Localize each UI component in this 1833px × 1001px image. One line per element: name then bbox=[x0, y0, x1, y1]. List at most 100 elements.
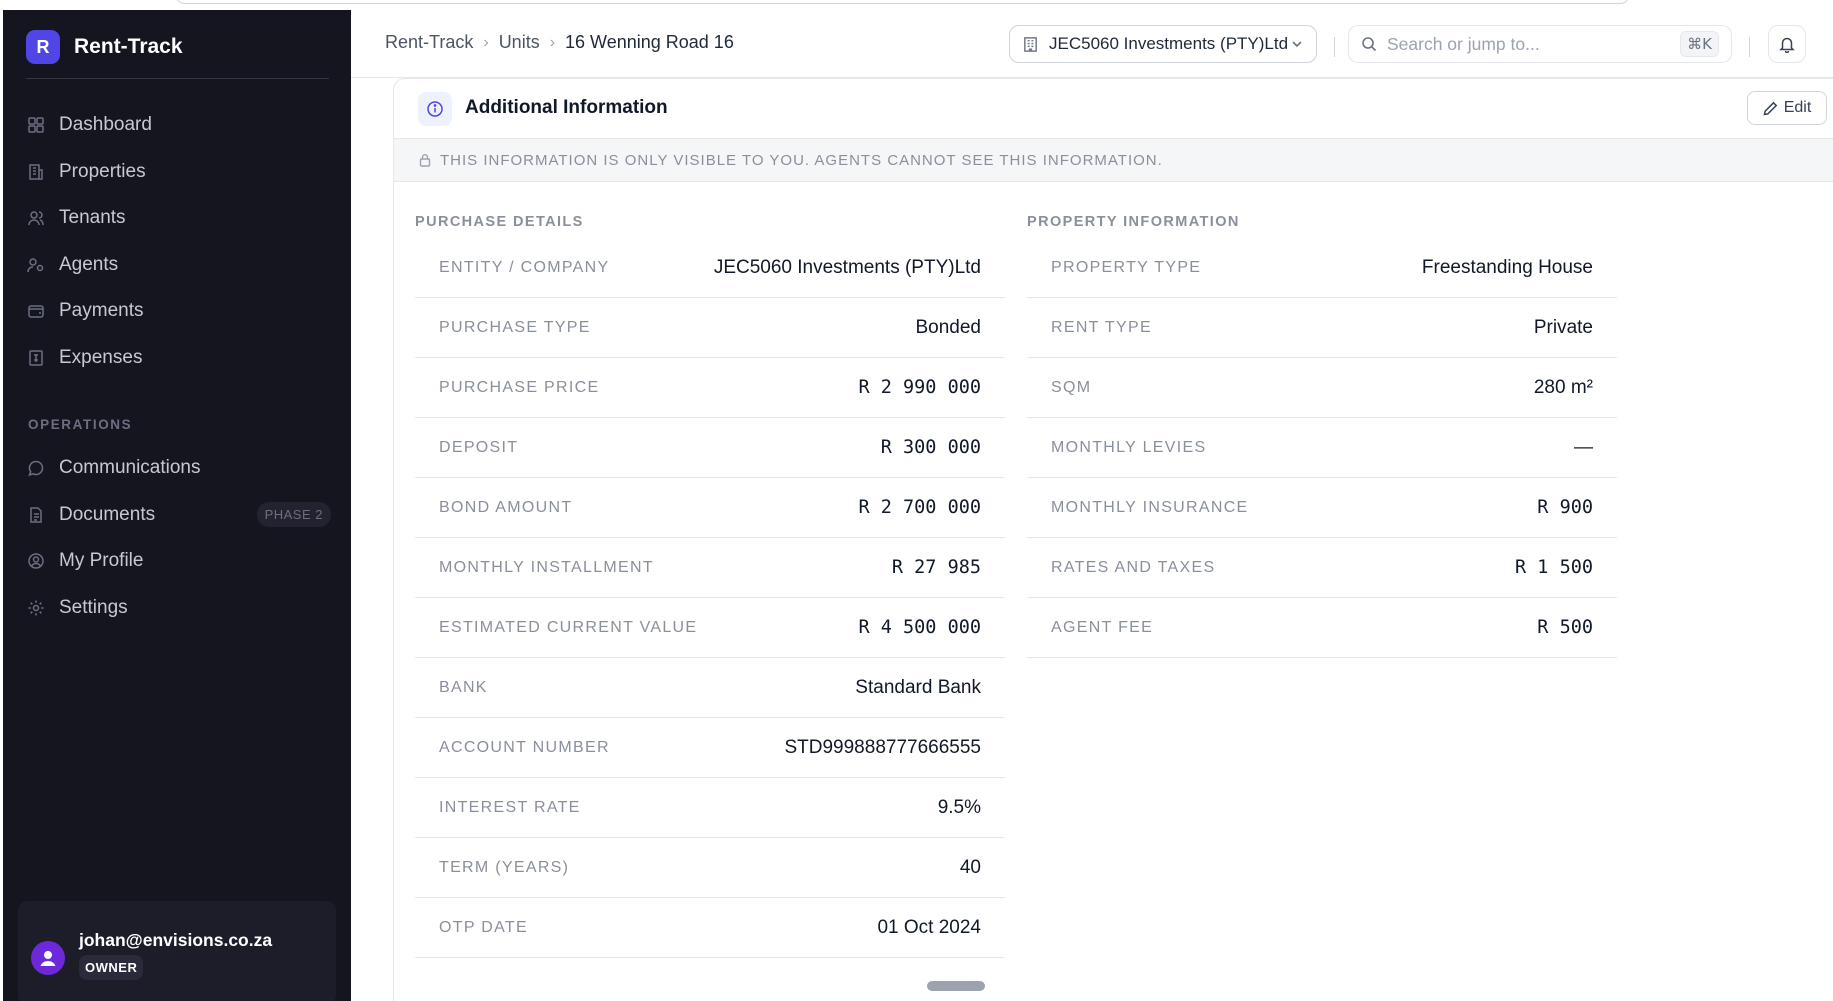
detail-value: R 4 500 000 bbox=[858, 617, 981, 638]
lock-icon bbox=[419, 154, 431, 167]
detail-label: ACCOUNT NUMBER bbox=[439, 738, 610, 756]
avatar bbox=[31, 941, 65, 975]
users-icon bbox=[27, 209, 45, 227]
detail-label: DEPOSIT bbox=[439, 438, 519, 456]
edit-button[interactable]: Edit bbox=[1747, 91, 1827, 125]
notifications-button[interactable] bbox=[1768, 25, 1806, 63]
entity-selector-value: JEC5060 Investments (PTY)Ltd bbox=[1049, 34, 1289, 53]
detail-label: ENTITY / COMPANY bbox=[439, 258, 610, 276]
info-icon bbox=[418, 92, 452, 126]
sidebar-item-documents[interactable]: Documents PHASE 2 bbox=[23, 492, 331, 539]
detail-row: TERM (YEARS) 40 bbox=[415, 838, 1005, 898]
detail-value: R 2 700 000 bbox=[858, 497, 981, 518]
sidebar-item-label: Settings bbox=[59, 596, 128, 618]
detail-label: MONTHLY LEVIES bbox=[1051, 438, 1207, 456]
sidebar-item-label: Agents bbox=[59, 253, 119, 275]
divider bbox=[26, 78, 329, 79]
building-icon bbox=[27, 163, 45, 181]
breadcrumb-item-current: 16 Wenning Road 16 bbox=[565, 32, 734, 52]
detail-label: AGENT FEE bbox=[1051, 618, 1154, 636]
brand-name: Rent-Track bbox=[74, 35, 183, 58]
property-information-list: PROPERTY TYPE Freestanding House RENT TYPE… bbox=[1027, 238, 1617, 658]
privacy-notice: THIS INFORMATION IS ONLY VISIBLE TO YOU.… bbox=[394, 138, 1833, 182]
divider bbox=[1749, 37, 1750, 57]
detail-value: JEC5060 Investments (PTY)Ltd bbox=[713, 256, 981, 278]
sidebar-item-label: Expenses bbox=[59, 346, 143, 368]
sidebar-item-label: Dashboard bbox=[59, 114, 152, 136]
detail-value: R 1 500 bbox=[1515, 557, 1593, 578]
detail-row: PURCHASE TYPE Bonded bbox=[415, 298, 1005, 358]
sidebar-item-label: Payments bbox=[59, 300, 144, 322]
detail-label: PURCHASE PRICE bbox=[439, 378, 600, 396]
sidebar-item-dashboard[interactable]: Dashboard bbox=[23, 102, 331, 149]
chevron-right-icon: › bbox=[483, 33, 489, 51]
detail-value: 01 Oct 2024 bbox=[877, 916, 981, 938]
detail-row: MONTHLY LEVIES — bbox=[1027, 418, 1617, 478]
detail-row: SQM 280 m² bbox=[1027, 358, 1617, 418]
detail-row: PURCHASE PRICE R 2 990 000 bbox=[415, 358, 1005, 418]
top-header: Rent-Track › Units › 16 Wenning Road 16 … bbox=[351, 10, 1833, 78]
search-input[interactable]: Search or jump to... ⌘K bbox=[1348, 25, 1732, 63]
detail-value: Private bbox=[1533, 316, 1593, 338]
document-icon bbox=[27, 506, 45, 524]
gear-icon bbox=[27, 599, 45, 617]
chat-icon bbox=[27, 459, 45, 477]
user-card[interactable]: johan@envisions.co.za OWNER bbox=[18, 901, 336, 1001]
browser-top-strip bbox=[0, 0, 1833, 10]
sidebar-item-properties[interactable]: Properties bbox=[23, 149, 331, 196]
detail-row: ESTIMATED CURRENT VALUE R 4 500 000 bbox=[415, 598, 1005, 658]
sidebar-item-payments[interactable]: Payments bbox=[23, 288, 331, 335]
brand-logo: R bbox=[26, 30, 60, 64]
chevron-right-icon: › bbox=[549, 33, 556, 51]
breadcrumb: Rent-Track › Units › 16 Wenning Road 16 bbox=[385, 32, 734, 53]
divider bbox=[1334, 37, 1335, 57]
privacy-notice-text: THIS INFORMATION IS ONLY VISIBLE TO YOU.… bbox=[440, 151, 1163, 169]
additional-information-card: Additional Information Edit THIS INFORMA… bbox=[393, 78, 1833, 1001]
detail-row: ENTITY / COMPANY JEC5060 Investments (PTY… bbox=[415, 238, 1005, 298]
section-label-operations: OPERATIONS bbox=[28, 417, 133, 432]
detail-row: RENT TYPE Private bbox=[1027, 298, 1617, 358]
detail-value: 40 bbox=[959, 856, 981, 878]
detail-value: R 27 985 bbox=[891, 557, 981, 578]
detail-row: OTP DATE 01 Oct 2024 bbox=[415, 898, 1005, 958]
scrollbar-thumb[interactable] bbox=[927, 981, 985, 991]
user-circle-icon bbox=[27, 552, 45, 570]
sidebar-item-label: Tenants bbox=[59, 207, 126, 229]
detail-value: R 300 000 bbox=[880, 437, 981, 458]
purchase-details-list: ENTITY / COMPANY JEC5060 Investments (PTY… bbox=[415, 238, 1005, 958]
detail-row: PROPERTY TYPE Freestanding House bbox=[1027, 238, 1617, 298]
detail-label: MONTHLY INSTALLMENT bbox=[439, 558, 654, 576]
entity-selector[interactable]: JEC5060 Investments (PTY)Ltd bbox=[1009, 25, 1317, 63]
detail-label: ESTIMATED CURRENT VALUE bbox=[439, 618, 698, 636]
brand[interactable]: R Rent-Track bbox=[26, 27, 183, 67]
detail-value: R 500 bbox=[1537, 617, 1593, 638]
detail-value: Freestanding House bbox=[1421, 256, 1593, 278]
card-header: Additional Information Edit bbox=[394, 79, 1833, 139]
sidebar: R Rent-Track Dashboard Properties Tenant… bbox=[3, 10, 351, 1001]
sidebar-item-label: Communications bbox=[59, 457, 201, 479]
sidebar-item-settings[interactable]: Settings bbox=[23, 585, 331, 632]
sidebar-item-my-profile[interactable]: My Profile bbox=[23, 538, 331, 585]
card-title: Additional Information bbox=[465, 97, 668, 118]
main-nav: Dashboard Properties Tenants Agents Paym… bbox=[23, 102, 331, 381]
edit-button-label: Edit bbox=[1783, 99, 1812, 116]
detail-label: PROPERTY TYPE bbox=[1051, 258, 1202, 276]
receipt-icon bbox=[27, 349, 45, 367]
sidebar-item-tenants[interactable]: Tenants bbox=[23, 195, 331, 242]
sidebar-item-expenses[interactable]: Expenses bbox=[23, 335, 331, 382]
breadcrumb-item-units[interactable]: Units bbox=[499, 32, 540, 53]
detail-row: DEPOSIT R 300 000 bbox=[415, 418, 1005, 478]
sidebar-item-label: Documents bbox=[59, 503, 156, 525]
breadcrumb-item-root[interactable]: Rent-Track bbox=[385, 32, 473, 53]
purchase-details-heading: PURCHASE DETAILS bbox=[415, 214, 584, 230]
detail-row: INTEREST RATE 9.5% bbox=[415, 778, 1005, 838]
address-bar-edge bbox=[175, 0, 1630, 4]
detail-value: R 2 990 000 bbox=[858, 377, 981, 398]
bell-icon bbox=[1779, 37, 1795, 53]
detail-label: BOND AMOUNT bbox=[439, 498, 573, 516]
chevron-down-icon bbox=[1292, 41, 1302, 48]
sidebar-item-agents[interactable]: Agents bbox=[23, 242, 331, 289]
detail-value: 9.5% bbox=[937, 796, 981, 818]
operations-nav: Communications Documents PHASE 2 My Prof… bbox=[23, 445, 331, 631]
sidebar-item-communications[interactable]: Communications bbox=[23, 445, 331, 492]
